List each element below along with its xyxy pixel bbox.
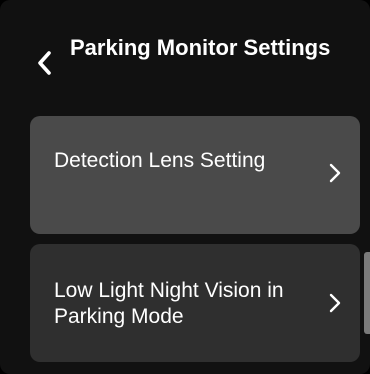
list-item-label: Detection Lens Setting: [54, 149, 266, 172]
chevron-right-icon: [329, 293, 341, 313]
header: Parking Monitor Settings: [0, 0, 370, 108]
back-button[interactable]: [28, 40, 62, 88]
detection-lens-setting-item[interactable]: Detection Lens Setting: [30, 116, 360, 234]
chevron-left-icon: [38, 51, 51, 75]
parking-monitor-settings-screen: Parking Monitor Settings Detection Lens …: [0, 0, 370, 374]
low-light-night-vision-item[interactable]: Low Light Night Vision in Parking Mode: [30, 244, 360, 362]
chevron-right-icon: [329, 163, 341, 183]
scrollbar-thumb[interactable]: [364, 252, 370, 334]
list-item-label: Low Light Night Vision in Parking Mode: [54, 279, 284, 328]
page-title: Parking Monitor Settings: [70, 35, 331, 60]
